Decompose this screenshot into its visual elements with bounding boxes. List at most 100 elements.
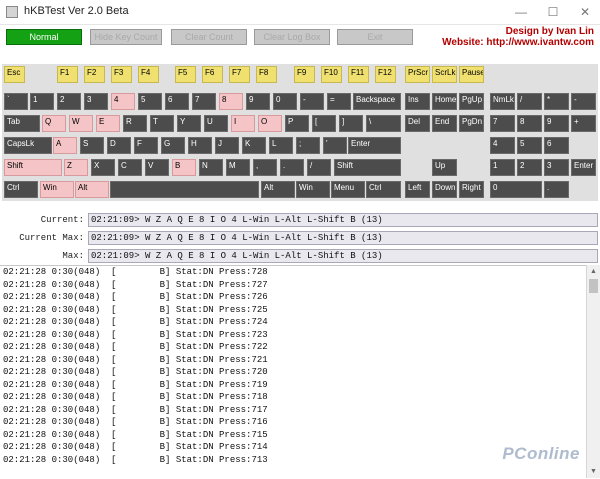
key-qwerty-6: Y [177, 115, 201, 132]
key-home-11: ' [323, 137, 347, 154]
key-function-10: F10 [321, 66, 342, 83]
key-function-9: F9 [294, 66, 315, 83]
key-qwerty-9: O [258, 115, 282, 132]
key-num1-1: / [517, 93, 542, 110]
log-scrollbar[interactable]: ▲ ▼ [586, 265, 600, 478]
log-line: 02:21:28 0:30(048) [ B] Stat:DN Press:71… [3, 392, 268, 402]
key-nav_top-2: Pause [459, 66, 484, 83]
key-shift_row-8: , [253, 159, 277, 176]
key-bottom-1: Win [40, 181, 74, 198]
log-box[interactable]: 02:21:28 0:30(048) [ B] Stat:DN Press:72… [0, 265, 586, 479]
key-num1-3: - [571, 93, 596, 110]
key-num4-0: 1 [490, 159, 515, 176]
key-shift_row-7: M [226, 159, 250, 176]
key-function-5: F5 [175, 66, 196, 83]
key-number-10: 0 [273, 93, 297, 110]
max-label: Max: [62, 251, 84, 261]
key-num3-0: 4 [490, 137, 515, 154]
hide-key-count-button[interactable]: Hide Key Count [90, 29, 162, 45]
key-number-5: 5 [138, 93, 162, 110]
key-num3-2: 6 [544, 137, 569, 154]
key-qwerty-7: U [204, 115, 228, 132]
key-qwerty-1: Q [42, 115, 66, 132]
key-shift_row-2: X [91, 159, 115, 176]
key-qwerty-12: ] [339, 115, 363, 132]
status-panel: Current: 02:21:09> W Z A Q E 8 I O 4 L-W… [0, 210, 600, 264]
scroll-thumb[interactable] [589, 279, 598, 293]
key-shift_row-4: V [145, 159, 169, 176]
max-value: 02:21:09> W Z A Q E 8 I O 4 L-Win L-Alt … [88, 249, 598, 263]
normal-button[interactable]: Normal [6, 29, 82, 45]
key-bottom-2: Alt [75, 181, 109, 198]
log-line: 02:21:28 0:30(048) [ B] Stat:DN Press:71… [3, 454, 268, 465]
key-number-1: 1 [30, 93, 54, 110]
key-home-4: F [134, 137, 158, 154]
key-function-8: F8 [256, 66, 277, 83]
key-nav_mid1-0: Ins [405, 93, 430, 110]
key-arrows-0: Left [405, 181, 430, 198]
log-line: 02:21:28 0:30(048) [ B] Stat:DN Press:71… [3, 379, 268, 390]
log-line: 02:21:28 0:30(048) [ B] Stat:DN Press:72… [3, 292, 268, 302]
close-button[interactable]: ✕ [570, 3, 600, 21]
key-number-3: 3 [84, 93, 108, 110]
credit-website: Website: http://www.ivantw.com [442, 37, 594, 48]
title-bar: hKBTest Ver 2.0 Beta — ☐ ✕ [0, 0, 600, 25]
key-function-0: Esc [4, 66, 25, 83]
key-qwerty-13: \ [366, 115, 401, 132]
minimize-button[interactable]: — [506, 3, 536, 21]
key-bottom-6: Menu [331, 181, 365, 198]
clear-log-box-button[interactable]: Clear Log Box [254, 29, 330, 45]
key-qwerty-5: T [150, 115, 174, 132]
key-qwerty-11: [ [312, 115, 336, 132]
key-num1-2: * [544, 93, 569, 110]
key-num2-2: 9 [544, 115, 569, 132]
key-num3-1: 5 [517, 137, 542, 154]
credit-author: Design by Ivan Lin [505, 26, 594, 37]
key-qwerty-3: E [96, 115, 120, 132]
key-shift_row-3: C [118, 159, 142, 176]
scroll-down-icon[interactable]: ▼ [587, 465, 600, 478]
current-max-label: Current Max: [19, 233, 84, 243]
exit-button[interactable]: Exit [337, 29, 413, 45]
key-home-3: D [107, 137, 131, 154]
current-value: 02:21:09> W Z A Q E 8 I O 4 L-Win L-Alt … [88, 213, 598, 227]
key-bottom-5: Win [296, 181, 330, 198]
key-home-5: G [161, 137, 185, 154]
key-up: Up [432, 159, 457, 176]
key-shift_row-5: B [172, 159, 196, 176]
key-num2-3: + [571, 115, 596, 132]
key-num4-2: 3 [544, 159, 569, 176]
log-line: 02:21:28 0:30(048) [ B] Stat:DN Press:72… [3, 267, 268, 277]
log-line: 02:21:28 0:30(048) [ B] Stat:DN Press:72… [3, 317, 268, 327]
key-num4-1: 2 [517, 159, 542, 176]
key-bottom-3 [110, 181, 259, 198]
key-home-2: S [80, 137, 104, 154]
key-function-3: F3 [111, 66, 132, 83]
window-title: hKBTest Ver 2.0 Beta [24, 5, 129, 17]
key-bottom-7: Ctrl [366, 181, 401, 198]
log-line: 02:21:28 0:30(048) [ B] Stat:DN Press:72… [3, 367, 268, 377]
key-shift_row-0: Shift [4, 159, 62, 176]
key-home-7: J [215, 137, 239, 154]
log-line: 02:21:28 0:30(048) [ B] Stat:DN Press:71… [3, 417, 268, 427]
key-number-7: 7 [192, 93, 216, 110]
key-num2-1: 8 [517, 115, 542, 132]
log-line: 02:21:28 0:30(048) [ B] Stat:DN Press:72… [3, 329, 268, 340]
key-home-6: H [188, 137, 212, 154]
key-function-6: F6 [202, 66, 223, 83]
scroll-up-icon[interactable]: ▲ [587, 265, 600, 278]
key-qwerty-4: R [123, 115, 147, 132]
key-qwerty-8: I [231, 115, 255, 132]
key-nav_mid2-2: PgDn [459, 115, 484, 132]
app-icon [6, 6, 18, 18]
key-num5-0: 0 [490, 181, 542, 198]
key-function-12: F12 [375, 66, 396, 83]
maximize-button[interactable]: ☐ [538, 3, 568, 21]
clear-count-button[interactable]: Clear Count [171, 29, 247, 45]
key-arrows-1: Down [432, 181, 457, 198]
log-line: 02:21:28 0:30(048) [ B] Stat:DN Press:72… [3, 342, 268, 352]
watermark-logo: PConline [502, 444, 580, 463]
keyboard: Esc F1 F2 F3 F4 F5 F6 F7 F8 F9 F10 F11 F12 PrScr ScrLk… [0, 62, 600, 202]
key-nav_mid2-1: End [432, 115, 457, 132]
key-home-9: L [269, 137, 293, 154]
